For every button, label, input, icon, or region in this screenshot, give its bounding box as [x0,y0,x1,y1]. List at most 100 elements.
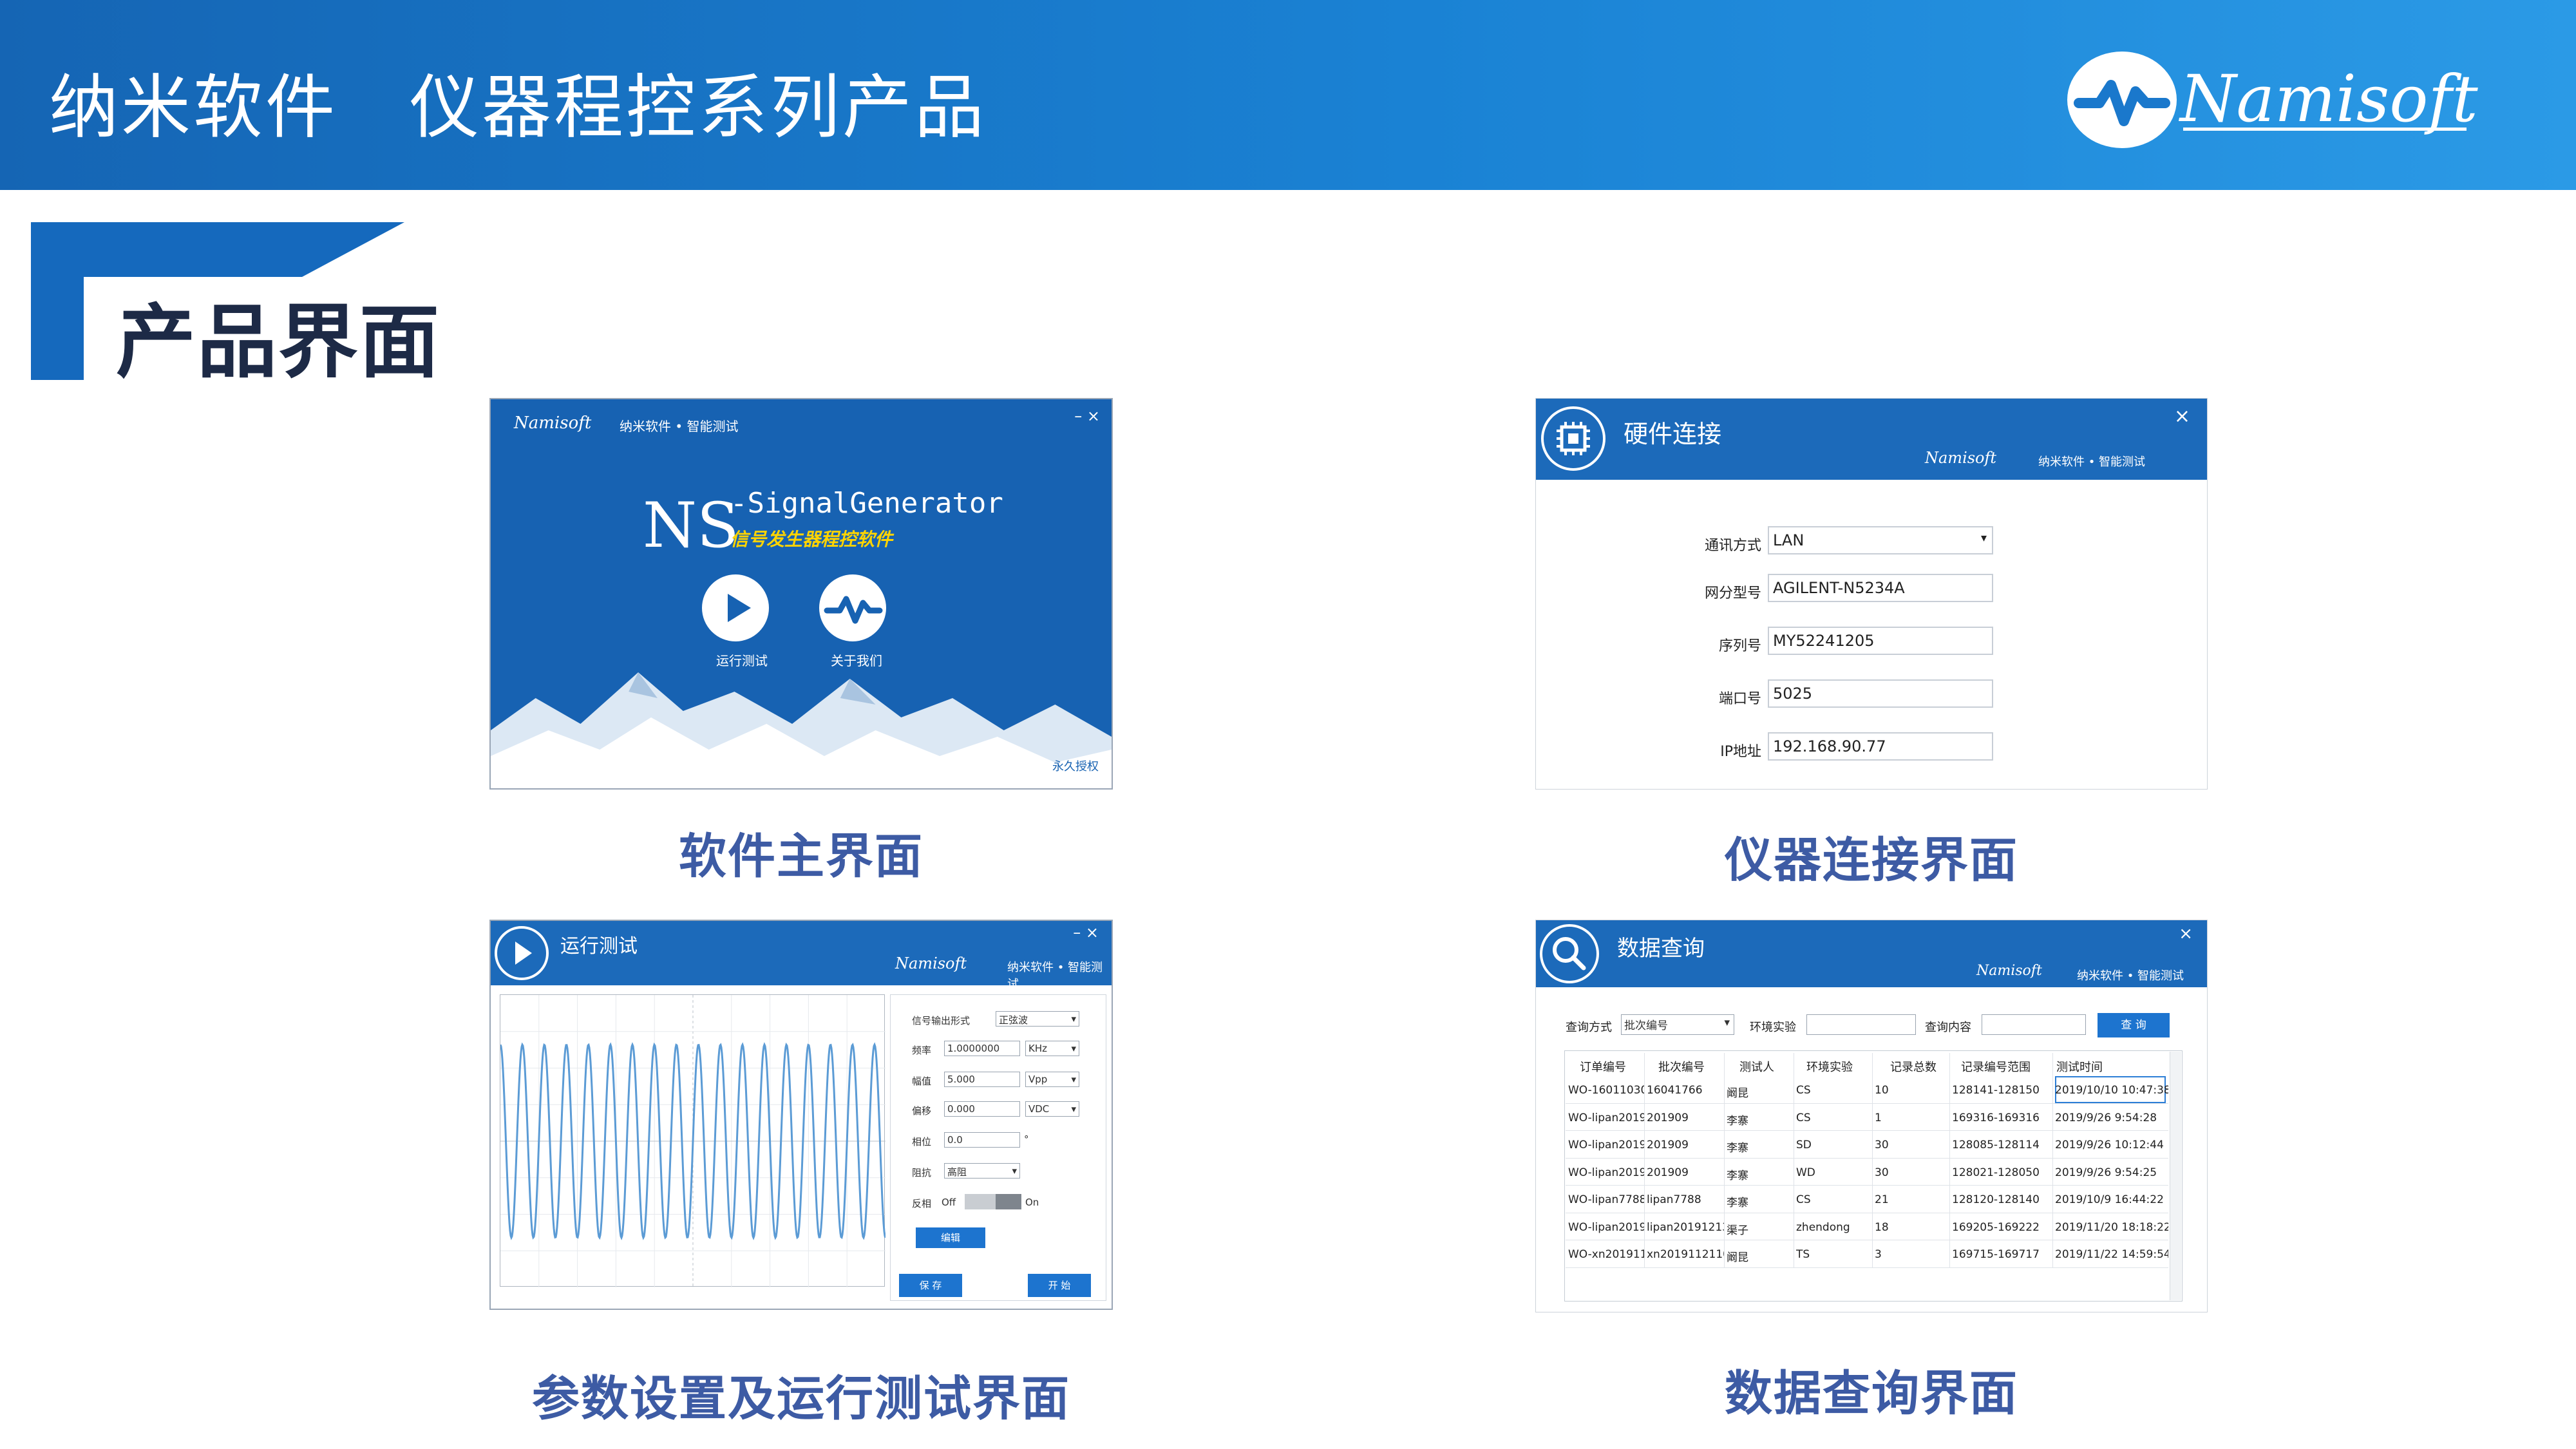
table-cell: WO-lipan2019 [1568,1166,1644,1179]
env-input[interactable] [1806,1014,1916,1035]
table-cell: 李寨 [1727,1169,1748,1182]
close-button[interactable]: × [2174,405,2190,428]
comm-mode-label: 通讯方式 [1704,538,1761,554]
offset-label: 偏移 [912,1105,932,1117]
chevron-down-icon: ▾ [1071,1103,1076,1115]
start-button[interactable]: 开 始 [1028,1274,1091,1297]
table-cell: 阚昆 [1727,1087,1748,1100]
brand-tagline: 纳米软件 • 智能测试 [2038,455,2146,469]
col-test-time: 测试时间 [2056,1061,2103,1074]
col-record-count: 记录总数 [1890,1061,1937,1074]
table-cell: WO-lipan2019 [1568,1111,1644,1124]
freq-input[interactable]: 1.0000000 [944,1041,1020,1056]
namisoft-logo-icon [2067,52,2177,148]
namisoft-logo-icon [824,596,883,624]
table-cell: xn20191121100 [1647,1248,1724,1261]
page-title: 纳米软件 仪器程控系列产品 [49,68,987,148]
ip-label: IP地址 [1720,744,1761,760]
invert-toggle[interactable] [965,1194,1021,1209]
query-method-label: 查询方式 [1566,1021,1612,1034]
brand-logo: Namisoft [1976,963,2042,979]
content-input[interactable] [1982,1014,2086,1035]
comm-mode-select[interactable]: LAN ▾ [1768,526,1993,554]
offset-input[interactable]: 0.000 [944,1101,1020,1117]
chevron-down-icon: ▾ [1012,1165,1017,1177]
table-cell: CS [1796,1193,1811,1206]
brand-logo: Namisoft [514,413,592,433]
query-method-select[interactable]: 批次编号 ▾ [1621,1014,1734,1035]
amp-unit-select[interactable]: Vpp ▾ [1025,1072,1079,1087]
table-cell: 201909 [1647,1111,1689,1124]
run-test-button[interactable] [702,574,769,641]
invert-off-label: Off [942,1197,956,1208]
table-cell: 169205-169222 [1952,1220,2040,1234]
edit-button[interactable]: 编辑 [916,1227,985,1248]
table-cell: lipan20191213 [1647,1220,1724,1234]
table-cell: WO-xn201911 [1568,1248,1644,1261]
section-title: 产品界面 [116,296,441,389]
brand-tagline: 纳米软件 • 智能测试 [620,419,739,434]
table-cell: 201909 [1647,1166,1689,1179]
save-button[interactable]: 保 存 [899,1274,962,1297]
connect-ui-screenshot: 硬件连接 × Namisoft 纳米软件 • 智能测试 通讯方式 LAN ▾ 网分… [1535,398,2208,790]
serial-field[interactable]: MY52241205 [1768,627,1993,655]
table-cell: WO-16011030 [1568,1084,1644,1097]
phase-input[interactable]: 0.0 [944,1132,1020,1148]
amp-input[interactable]: 5.000 [944,1072,1020,1087]
table-cell: 169715-169717 [1952,1248,2040,1261]
logo-underline [2183,128,2467,131]
chevron-down-icon: ▾ [1724,1016,1730,1029]
window-controls[interactable]: – × [1074,407,1100,425]
table-cell: SD [1796,1139,1812,1151]
search-icon [1540,924,1599,983]
table-cell: 2019/11/22 14:59:54 [2055,1248,2168,1261]
caption-params-ui: 参数设置及运行测试界面 [532,1371,1070,1426]
table-cell: 30 [1875,1139,1889,1151]
query-ui-screenshot: 数据查询 × Namisoft 纳米软件 • 智能测试 查询方式 批次编号 ▾ 环… [1535,920,2208,1312]
table-cell: 16041766 [1647,1084,1703,1097]
table-cell: WO-lipan2019 [1568,1139,1644,1151]
sine-waveform [499,995,887,1287]
caption-query-ui: 数据查询界面 [1725,1366,2018,1421]
brand-tagline: 纳米软件 • 智能测试 [2077,969,2184,983]
chevron-down-icon: ▾ [1071,1043,1076,1054]
offset-unit-select[interactable]: VDC ▾ [1025,1101,1079,1117]
table-cell: CS [1796,1084,1811,1097]
table-cell: WD [1796,1166,1815,1179]
window-controls[interactable]: – × [1073,923,1099,942]
dialog-title: 运行测试 [560,935,638,958]
table-cell: 21 [1875,1193,1889,1206]
impedance-select[interactable]: 高阻 ▾ [944,1163,1020,1179]
chevron-down-icon: ▾ [1071,1013,1076,1025]
product-name: -SignalGenerator [730,487,1003,520]
product-ns: NS [643,489,739,562]
col-batch-no: 批次编号 [1658,1061,1705,1074]
freq-unit-select[interactable]: KHz ▾ [1025,1041,1079,1056]
table-cell: 18 [1875,1220,1889,1234]
col-record-range: 记录编号范围 [1961,1061,2031,1074]
ip-field[interactable]: 192.168.90.77 [1768,732,1993,761]
caption-main-ui: 软件主界面 [679,829,923,884]
table-cell: 201909 [1647,1139,1689,1151]
about-us-button[interactable] [819,574,886,641]
table-cell: zhendong [1796,1220,1850,1234]
shape-select[interactable]: 正弦波 ▾ [996,1011,1079,1027]
port-label: 端口号 [1718,691,1761,707]
invert-on-label: On [1025,1197,1039,1208]
table-scrollbar[interactable] [2170,1052,2181,1300]
brand-logo: Namisoft [1925,449,1997,467]
serial-label: 序列号 [1718,638,1761,654]
close-button[interactable]: × [2179,924,2193,943]
caption-connect-ui: 仪器连接界面 [1725,833,2018,888]
table-cell: 阚昆 [1727,1251,1748,1264]
chevron-down-icon: ▾ [1980,531,1987,545]
search-button[interactable]: 查 询 [2098,1013,2170,1037]
model-field[interactable]: AGILENT-N5234A [1768,574,1993,602]
product-name-zh: 信号发生器程控软件 [730,529,893,550]
table-cell: 169316-169316 [1952,1111,2040,1124]
license-status: 永久授权 [1052,760,1099,773]
brand-tagline: 纳米软件 • 智能测试 [1007,961,1103,991]
port-field[interactable]: 5025 [1768,679,1993,708]
table-cell: 128021-128050 [1952,1166,2040,1179]
dialog-title: 硬件连接 [1624,420,1722,448]
